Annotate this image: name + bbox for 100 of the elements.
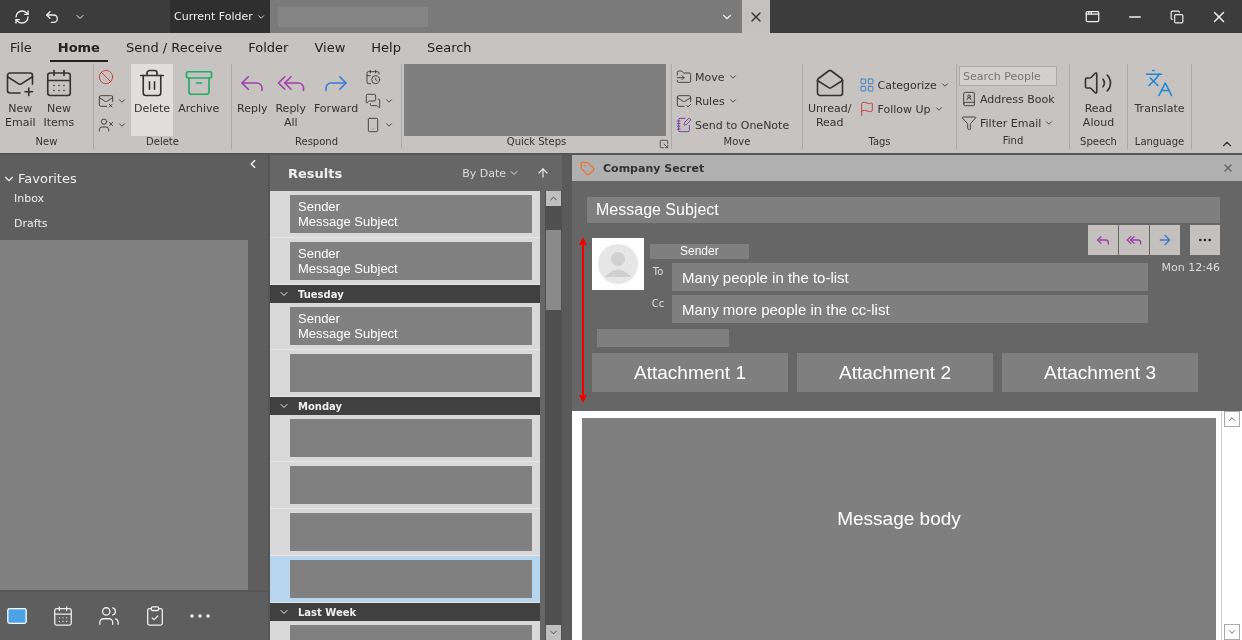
mail-x-icon bbox=[98, 93, 114, 109]
favorites-header[interactable]: Favorites bbox=[0, 171, 79, 186]
filter-icon bbox=[961, 115, 977, 131]
calendar-icon bbox=[365, 69, 382, 85]
caret-icon bbox=[384, 120, 395, 130]
caret-icon bbox=[384, 96, 395, 106]
ribbon-command[interactable]: Address Book bbox=[959, 88, 1057, 110]
message-item[interactable] bbox=[270, 415, 540, 462]
message-item[interactable]: Sender Message Subject bbox=[270, 191, 540, 238]
open-envelope-icon bbox=[814, 68, 845, 98]
sender-name: Sender bbox=[298, 199, 341, 214]
group-label: Move bbox=[722, 136, 752, 149]
scope-dropdown[interactable]: Current Folder bbox=[170, 0, 270, 33]
person-blocked-icon bbox=[98, 117, 114, 133]
ribbon-button[interactable]: Reply bbox=[234, 64, 271, 136]
message-item[interactable] bbox=[270, 462, 540, 509]
group-label: Respond bbox=[294, 136, 339, 149]
ribbon-button[interactable]: Translate bbox=[1131, 64, 1188, 136]
caret-icon bbox=[933, 104, 944, 114]
ribbon-command[interactable]: Categorize bbox=[856, 74, 952, 96]
reply-button[interactable] bbox=[1088, 225, 1118, 255]
arrow-right-icon bbox=[1157, 232, 1173, 248]
menu-tab[interactable]: Folder bbox=[240, 36, 297, 62]
folder-item[interactable]: Inbox bbox=[0, 186, 59, 211]
undo-icon[interactable] bbox=[44, 8, 60, 25]
message-subject: Message Subject bbox=[298, 261, 399, 276]
message-item[interactable] bbox=[270, 556, 540, 603]
sender-name: Sender bbox=[298, 246, 341, 261]
sender-name: Sender bbox=[298, 311, 341, 326]
notebook-icon bbox=[676, 117, 692, 133]
sort-direction-icon[interactable] bbox=[536, 166, 550, 180]
ribbon-button[interactable]: Forward bbox=[310, 64, 362, 136]
ribbon-button[interactable]: New Items bbox=[40, 64, 78, 136]
scroll-down-button[interactable] bbox=[1224, 624, 1240, 640]
date-group-header[interactable]: Monday bbox=[270, 397, 540, 415]
folder-item[interactable]: Drafts bbox=[0, 211, 62, 236]
ribbon-button[interactable]: New Email bbox=[2, 64, 39, 136]
sort-dropdown[interactable]: By Date bbox=[462, 166, 520, 180]
sender-name: Sender bbox=[650, 244, 749, 259]
reply-all-button[interactable] bbox=[1119, 225, 1149, 255]
group-label: New bbox=[34, 136, 59, 149]
tag-icon bbox=[580, 160, 595, 176]
avatar bbox=[592, 238, 644, 290]
ribbon-command[interactable]: Follow Up bbox=[856, 98, 952, 120]
attachment[interactable]: Attachment 3 bbox=[1002, 353, 1198, 392]
group-label: Delete bbox=[145, 136, 180, 149]
attachment[interactable]: Attachment 2 bbox=[797, 353, 993, 392]
scroll-down-button[interactable] bbox=[546, 625, 561, 640]
ribbon-button[interactable]: Delete bbox=[131, 64, 174, 136]
menu-tab[interactable]: File bbox=[2, 36, 40, 62]
menu-tab[interactable]: Send / Receive bbox=[117, 36, 231, 62]
more-button[interactable] bbox=[190, 614, 210, 618]
ribbon-button[interactable]: Reply All bbox=[272, 64, 309, 136]
ignore-icon bbox=[98, 69, 114, 85]
search-people-field[interactable]: Search People bbox=[959, 66, 1057, 86]
ribbon-button[interactable]: Read Aloud bbox=[1079, 64, 1118, 136]
restore-icon[interactable] bbox=[1170, 9, 1184, 24]
rules-icon bbox=[676, 93, 692, 109]
address-book-icon bbox=[961, 91, 977, 107]
message-subject: Message Subject bbox=[298, 214, 399, 229]
chevron-up-icon bbox=[1227, 414, 1237, 424]
scroll-up-button[interactable] bbox=[546, 191, 561, 206]
sent-time: Mon 12:46 bbox=[1161, 261, 1220, 274]
tasks-button[interactable] bbox=[144, 605, 166, 627]
close-search-button[interactable] bbox=[742, 0, 770, 33]
folder-icon bbox=[676, 69, 692, 85]
scroll-up-button[interactable] bbox=[1224, 411, 1240, 427]
scrollbar-thumb[interactable] bbox=[546, 230, 561, 310]
menu-tab[interactable]: Search bbox=[418, 36, 480, 62]
caret-icon bbox=[939, 80, 950, 90]
ribbon-command[interactable]: Filter Email bbox=[959, 112, 1057, 134]
message-item[interactable] bbox=[270, 509, 540, 556]
people-button[interactable] bbox=[98, 605, 120, 627]
ribbon-command[interactable]: Rules bbox=[674, 90, 792, 112]
message-item[interactable] bbox=[270, 350, 540, 397]
ribbon-command[interactable]: Send to OneNote bbox=[674, 114, 792, 136]
ribbon-command[interactable]: Move bbox=[674, 66, 792, 88]
translate-icon bbox=[1144, 68, 1175, 98]
caret-icon bbox=[727, 96, 738, 106]
refresh-icon[interactable] bbox=[14, 8, 30, 25]
menu-tab[interactable]: Help bbox=[363, 36, 409, 62]
calendar-button[interactable] bbox=[52, 605, 74, 627]
group-label: Tags bbox=[867, 136, 892, 149]
flag-icon bbox=[858, 101, 875, 117]
message-item[interactable]: Sender Message Subject bbox=[270, 303, 540, 350]
dialog-launcher-icon[interactable] bbox=[659, 139, 669, 149]
attachment[interactable]: Attachment 1 bbox=[592, 353, 788, 392]
message-body: Message body bbox=[837, 508, 961, 530]
window-mode-icon[interactable] bbox=[1085, 9, 1100, 24]
list-title: Results bbox=[288, 165, 344, 181]
group-label: Speech bbox=[1079, 136, 1118, 149]
message-item[interactable]: Sender Message Subject bbox=[270, 238, 540, 285]
ribbon-button[interactable]: Unread/ Read bbox=[805, 64, 855, 136]
date-group-header[interactable]: Last Week bbox=[270, 603, 540, 621]
chevron-down-icon bbox=[1227, 627, 1237, 637]
date-group-header[interactable]: Tuesday bbox=[270, 285, 540, 303]
caret-icon bbox=[117, 96, 127, 106]
menu-tab[interactable]: View bbox=[306, 36, 354, 62]
ribbon-button[interactable]: Archive bbox=[175, 64, 223, 136]
group-label: Language bbox=[1133, 136, 1186, 149]
